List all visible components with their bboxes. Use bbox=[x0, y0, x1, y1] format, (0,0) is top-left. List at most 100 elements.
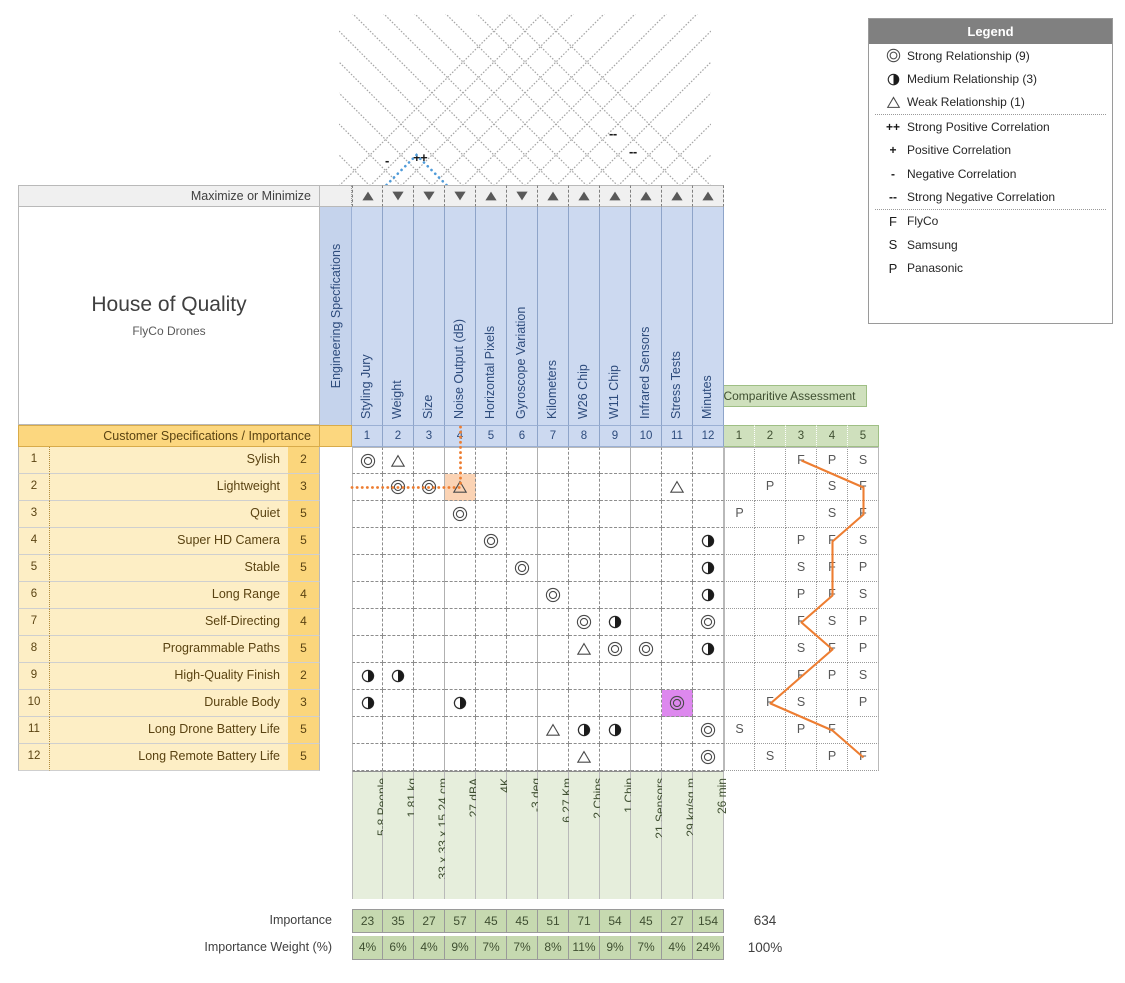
relationship-cell-r9-c5[interactable] bbox=[476, 663, 507, 690]
assessment-cell-r8-s5[interactable]: P bbox=[848, 636, 879, 663]
relationship-cell-r2-c5[interactable] bbox=[476, 474, 507, 501]
relationship-cell-r12-c6[interactable] bbox=[507, 744, 538, 771]
relationship-cell-r3-c2[interactable] bbox=[383, 501, 414, 528]
relationship-cell-r12-c3[interactable] bbox=[414, 744, 445, 771]
assessment-cell-r5-s2[interactable] bbox=[755, 555, 786, 582]
assessment-cell-r1-s4[interactable]: P bbox=[817, 447, 848, 474]
relationship-cell-r10-c4[interactable] bbox=[445, 690, 476, 717]
relationship-cell-r7-c8[interactable] bbox=[569, 609, 600, 636]
relationship-cell-r12-c9[interactable] bbox=[600, 744, 631, 771]
relationship-cell-r10-c2[interactable] bbox=[383, 690, 414, 717]
relationship-cell-r5-c9[interactable] bbox=[600, 555, 631, 582]
relationship-cell-r10-c3[interactable] bbox=[414, 690, 445, 717]
relationship-cell-r1-c11[interactable] bbox=[662, 447, 693, 474]
assessment-cell-r6-s5[interactable]: S bbox=[848, 582, 879, 609]
relationship-cell-r11-c10[interactable] bbox=[631, 717, 662, 744]
relationship-cell-r3-c8[interactable] bbox=[569, 501, 600, 528]
relationship-cell-r5-c6[interactable] bbox=[507, 555, 538, 582]
relationship-cell-r9-c2[interactable] bbox=[383, 663, 414, 690]
relationship-cell-r3-c11[interactable] bbox=[662, 501, 693, 528]
relationship-cell-r1-c9[interactable] bbox=[600, 447, 631, 474]
relationship-cell-r8-c6[interactable] bbox=[507, 636, 538, 663]
relationship-cell-r1-c1[interactable] bbox=[352, 447, 383, 474]
relationship-cell-r4-c7[interactable] bbox=[538, 528, 569, 555]
relationship-cell-r12-c4[interactable] bbox=[445, 744, 476, 771]
relationship-cell-r10-c9[interactable] bbox=[600, 690, 631, 717]
relationship-cell-r4-c8[interactable] bbox=[569, 528, 600, 555]
relationship-cell-r3-c9[interactable] bbox=[600, 501, 631, 528]
relationship-cell-r10-c10[interactable] bbox=[631, 690, 662, 717]
relationship-cell-r7-c1[interactable] bbox=[352, 609, 383, 636]
assessment-cell-r8-s1[interactable] bbox=[724, 636, 755, 663]
relationship-cell-r1-c5[interactable] bbox=[476, 447, 507, 474]
assessment-cell-r6-s4[interactable]: F bbox=[817, 582, 848, 609]
assessment-cell-r3-s5[interactable]: F bbox=[848, 501, 879, 528]
assessment-cell-r9-s5[interactable]: S bbox=[848, 663, 879, 690]
relationship-cell-r9-c3[interactable] bbox=[414, 663, 445, 690]
relationship-cell-r10-c11[interactable] bbox=[662, 690, 693, 717]
relationship-cell-r3-c1[interactable] bbox=[352, 501, 383, 528]
assessment-cell-r2-s1[interactable] bbox=[724, 474, 755, 501]
assessment-cell-r8-s3[interactable]: S bbox=[786, 636, 817, 663]
relationship-cell-r1-c4[interactable] bbox=[445, 447, 476, 474]
assessment-cell-r6-s2[interactable] bbox=[755, 582, 786, 609]
relationship-cell-r7-c4[interactable] bbox=[445, 609, 476, 636]
assessment-cell-r4-s4[interactable]: F bbox=[817, 528, 848, 555]
relationship-cell-r10-c7[interactable] bbox=[538, 690, 569, 717]
relationship-cell-r2-c2[interactable] bbox=[383, 474, 414, 501]
assessment-cell-r6-s3[interactable]: P bbox=[786, 582, 817, 609]
relationship-cell-r9-c4[interactable] bbox=[445, 663, 476, 690]
relationship-cell-r2-c12[interactable] bbox=[693, 474, 724, 501]
relationship-cell-r12-c1[interactable] bbox=[352, 744, 383, 771]
relationship-cell-r11-c2[interactable] bbox=[383, 717, 414, 744]
assessment-cell-r9-s2[interactable] bbox=[755, 663, 786, 690]
relationship-cell-r4-c3[interactable] bbox=[414, 528, 445, 555]
relationship-cell-r7-c5[interactable] bbox=[476, 609, 507, 636]
relationship-cell-r4-c12[interactable] bbox=[693, 528, 724, 555]
relationship-cell-r7-c3[interactable] bbox=[414, 609, 445, 636]
relationship-cell-r11-c9[interactable] bbox=[600, 717, 631, 744]
relationship-cell-r5-c1[interactable] bbox=[352, 555, 383, 582]
relationship-cell-r10-c6[interactable] bbox=[507, 690, 538, 717]
relationship-cell-r9-c6[interactable] bbox=[507, 663, 538, 690]
relationship-cell-r6-c2[interactable] bbox=[383, 582, 414, 609]
relationship-cell-r1-c2[interactable] bbox=[383, 447, 414, 474]
relationship-cell-r8-c11[interactable] bbox=[662, 636, 693, 663]
relationship-cell-r10-c8[interactable] bbox=[569, 690, 600, 717]
relationship-cell-r8-c7[interactable] bbox=[538, 636, 569, 663]
relationship-cell-r2-c8[interactable] bbox=[569, 474, 600, 501]
assessment-cell-r2-s2[interactable]: P bbox=[755, 474, 786, 501]
assessment-cell-r7-s4[interactable]: S bbox=[817, 609, 848, 636]
relationship-cell-r4-c6[interactable] bbox=[507, 528, 538, 555]
assessment-cell-r1-s3[interactable]: F bbox=[786, 447, 817, 474]
relationship-cell-r5-c5[interactable] bbox=[476, 555, 507, 582]
relationship-cell-r3-c5[interactable] bbox=[476, 501, 507, 528]
relationship-cell-r6-c4[interactable] bbox=[445, 582, 476, 609]
relationship-cell-r10-c1[interactable] bbox=[352, 690, 383, 717]
assessment-cell-r2-s4[interactable]: S bbox=[817, 474, 848, 501]
relationship-cell-r4-c1[interactable] bbox=[352, 528, 383, 555]
relationship-cell-r12-c8[interactable] bbox=[569, 744, 600, 771]
assessment-cell-r3-s3[interactable] bbox=[786, 501, 817, 528]
assessment-cell-r5-s3[interactable]: S bbox=[786, 555, 817, 582]
relationship-cell-r8-c9[interactable] bbox=[600, 636, 631, 663]
relationship-cell-r6-c5[interactable] bbox=[476, 582, 507, 609]
assessment-cell-r4-s3[interactable]: P bbox=[786, 528, 817, 555]
assessment-cell-r10-s2[interactable]: F bbox=[755, 690, 786, 717]
relationship-cell-r9-c7[interactable] bbox=[538, 663, 569, 690]
assessment-cell-r6-s1[interactable] bbox=[724, 582, 755, 609]
relationship-cell-r11-c12[interactable] bbox=[693, 717, 724, 744]
assessment-cell-r10-s5[interactable]: P bbox=[848, 690, 879, 717]
relationship-cell-r4-c11[interactable] bbox=[662, 528, 693, 555]
assessment-cell-r8-s4[interactable]: F bbox=[817, 636, 848, 663]
relationship-cell-r1-c7[interactable] bbox=[538, 447, 569, 474]
relationship-cell-r1-c3[interactable] bbox=[414, 447, 445, 474]
relationship-cell-r3-c7[interactable] bbox=[538, 501, 569, 528]
assessment-cell-r1-s5[interactable]: S bbox=[848, 447, 879, 474]
relationship-cell-r10-c12[interactable] bbox=[693, 690, 724, 717]
assessment-cell-r4-s2[interactable] bbox=[755, 528, 786, 555]
relationship-cell-r4-c4[interactable] bbox=[445, 528, 476, 555]
relationship-cell-r9-c8[interactable] bbox=[569, 663, 600, 690]
relationship-cell-r12-c2[interactable] bbox=[383, 744, 414, 771]
relationship-cell-r2-c3[interactable] bbox=[414, 474, 445, 501]
